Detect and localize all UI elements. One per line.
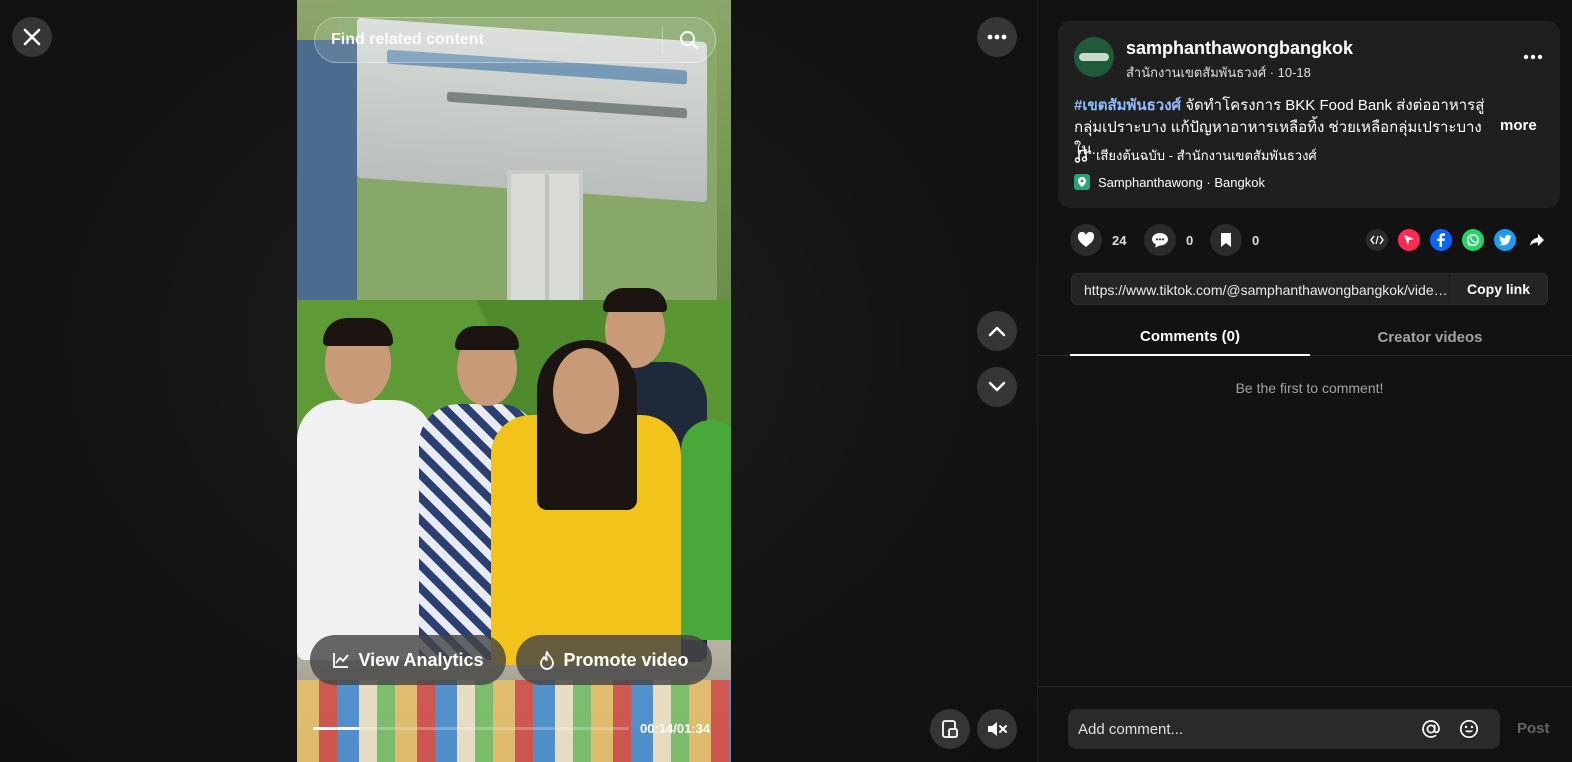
embed-code-icon[interactable] — [1366, 229, 1388, 251]
video-progress-bar[interactable] — [313, 727, 629, 730]
search-icon[interactable] — [663, 17, 715, 63]
description-more-link[interactable]: more — [1500, 117, 1537, 134]
post-comment-button[interactable]: Post — [1517, 720, 1550, 737]
previous-video-button[interactable] — [977, 311, 1017, 351]
twitter-icon[interactable] — [1494, 229, 1516, 251]
share-link-box: https://www.tiktok.com/@samphanthawongba… — [1071, 273, 1548, 305]
heart-icon[interactable] — [1070, 224, 1102, 256]
scene-person — [297, 400, 433, 660]
like-stat[interactable]: 24 — [1070, 224, 1126, 256]
facebook-icon[interactable] — [1430, 229, 1452, 251]
next-video-button[interactable] — [977, 367, 1017, 407]
mute-toggle-button[interactable] — [977, 709, 1017, 749]
video-time-readout: 00:14/01:34 — [640, 721, 711, 736]
comment-count: 0 — [1186, 232, 1194, 248]
search-bar[interactable]: Find related content — [314, 17, 716, 63]
floating-player-button[interactable] — [930, 709, 970, 749]
mention-icon[interactable] — [1420, 718, 1442, 740]
location-label: Samphanthawong · Bangkok — [1098, 174, 1265, 190]
send-to-friends-icon[interactable] — [1398, 229, 1420, 251]
scene-window — [507, 170, 583, 310]
emoji-icon[interactable] — [1458, 718, 1480, 740]
empty-comments-message: Be the first to comment! — [1235, 380, 1384, 396]
like-count: 24 — [1112, 232, 1127, 248]
copy-link-button[interactable]: Copy link — [1449, 274, 1547, 304]
close-icon — [23, 28, 41, 46]
whatsapp-icon[interactable] — [1462, 229, 1484, 251]
video-progress-fill — [313, 727, 361, 730]
save-stat[interactable]: 0 — [1210, 224, 1259, 256]
share-arrow-icon[interactable] — [1526, 229, 1548, 251]
scene-person-head — [553, 348, 619, 434]
search-input[interactable]: Find related content — [331, 31, 662, 49]
comment-bar: Post — [1038, 686, 1572, 762]
music-note-icon — [1074, 148, 1088, 163]
avatar-logo — [1079, 53, 1109, 61]
tab-creator-videos[interactable]: Creator videos — [1310, 318, 1550, 356]
close-button[interactable] — [12, 17, 52, 57]
more-horizontal-icon — [987, 34, 1007, 40]
music-row[interactable]: เสียงต้นฉบับ - สำนักงานเขตสัมพันธวงศ์ — [1074, 145, 1317, 166]
avatar[interactable] — [1074, 37, 1114, 77]
view-analytics-label: View Analytics — [358, 649, 484, 670]
location-pin-icon — [1074, 174, 1090, 190]
post-subline: สำนักงานเขตสัมพันธวงศ์ · 10-18 — [1126, 65, 1311, 80]
flame-icon — [540, 650, 555, 670]
scene-pillar — [297, 40, 357, 340]
view-analytics-button[interactable]: View Analytics — [310, 635, 506, 685]
scene-person-hair — [323, 318, 393, 346]
side-panel: samphanthawongbangkok สำนักงานเขตสัมพันธ… — [1037, 0, 1572, 762]
promote-video-button[interactable]: Promote video — [516, 635, 712, 685]
username[interactable]: samphanthawongbangkok — [1126, 38, 1353, 59]
more-horizontal-icon — [1523, 54, 1543, 60]
chevron-down-icon — [988, 381, 1006, 392]
panel-tabs: Comments (0) Creator videos — [1038, 318, 1572, 356]
tab-comments[interactable]: Comments (0) — [1070, 318, 1310, 356]
save-count: 0 — [1252, 232, 1260, 248]
scene-person-hair — [455, 326, 519, 350]
scene-person-hair — [603, 288, 667, 312]
chevron-up-icon — [988, 326, 1006, 337]
location-row[interactable]: Samphanthawong · Bangkok — [1074, 174, 1265, 190]
promote-video-label: Promote video — [563, 649, 689, 670]
bookmark-icon[interactable] — [1210, 224, 1242, 256]
comment-stat[interactable]: 0 — [1144, 224, 1193, 256]
scene-person — [681, 420, 731, 640]
video-more-button[interactable] — [977, 17, 1017, 57]
post-more-button[interactable] — [1520, 47, 1546, 67]
floating-player-icon — [942, 720, 958, 738]
video-stage: Find related content View Analytics Prom… — [0, 0, 1037, 762]
muted-speaker-icon — [988, 722, 1007, 736]
hashtag-link[interactable]: #เขตสัมพันธวงศ์ — [1074, 97, 1181, 114]
share-link-field[interactable]: https://www.tiktok.com/@samphanthawongba… — [1084, 282, 1450, 298]
line-chart-icon — [333, 653, 350, 668]
comment-bubble-icon[interactable] — [1144, 224, 1176, 256]
post-info-card: samphanthawongbangkok สำนักงานเขตสัมพันธ… — [1058, 21, 1560, 208]
music-title: เสียงต้นฉบับ - สำนักงานเขตสัมพันธวงศ์ — [1096, 148, 1317, 163]
